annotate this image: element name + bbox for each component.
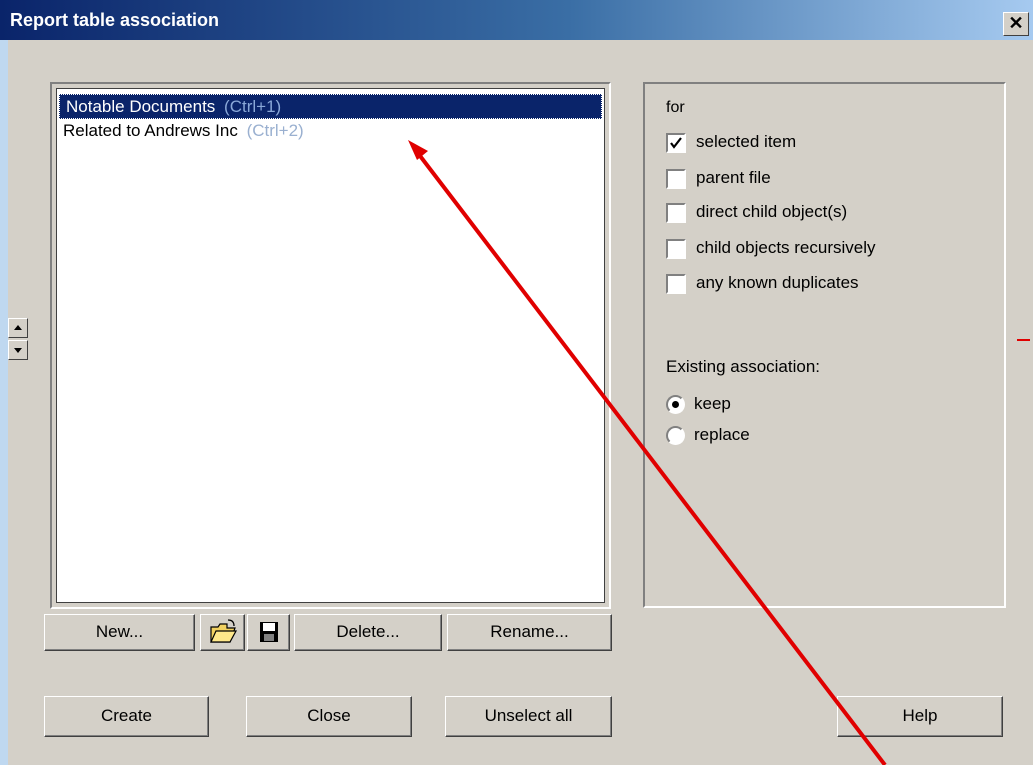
radio-circle[interactable] [666, 426, 685, 445]
radio-label: keep [694, 394, 731, 413]
radio-dot [672, 401, 679, 408]
checkbox-box[interactable] [666, 239, 686, 259]
list-item-shortcut: (Ctrl+2) [246, 121, 304, 140]
unselect-all-button[interactable]: Unselect all [445, 696, 612, 737]
save-button[interactable] [247, 614, 290, 651]
checkmark-icon [670, 137, 682, 149]
new-button-label: New... [95, 622, 144, 641]
close-icon: ✕ [1008, 13, 1024, 33]
close-button[interactable]: Close [246, 696, 412, 737]
checkbox-label: selected item [696, 132, 797, 151]
radio-circle[interactable] [666, 395, 685, 414]
checkbox-box[interactable] [666, 203, 686, 223]
checkbox-box[interactable] [666, 274, 686, 294]
help-button-label: Help [902, 706, 938, 725]
existing-association-label: Existing association: [666, 357, 821, 376]
checkbox-label: any known duplicates [696, 273, 859, 292]
create-button-label: Create [100, 706, 153, 725]
list-item-shortcut: (Ctrl+1) [224, 97, 282, 116]
title-bar: Report table association ✕ [0, 0, 1033, 40]
close-window-button[interactable]: ✕ [1003, 12, 1029, 36]
delete-button-label: Delete... [336, 622, 400, 641]
arrow-down-icon [14, 348, 22, 353]
list-item-label: Notable Documents [66, 97, 216, 116]
options-group [643, 82, 1006, 608]
report-table-list[interactable]: Notable Documents (Ctrl+1) Related to An… [50, 82, 611, 609]
radio-label: replace [694, 425, 750, 444]
list-item[interactable]: Notable Documents (Ctrl+1) [59, 94, 602, 119]
checkbox-label: direct child object(s) [696, 202, 848, 221]
window-title: Report table association [10, 10, 220, 30]
floppy-disk-icon [259, 622, 278, 642]
move-up-button[interactable] [8, 318, 28, 338]
list-item[interactable]: Related to Andrews Inc (Ctrl+2) [57, 119, 604, 144]
new-button[interactable]: New... [44, 614, 195, 651]
unselect-all-button-label: Unselect all [484, 706, 573, 725]
checkbox-label: child objects recursively [696, 238, 876, 257]
rename-button-label: Rename... [490, 622, 569, 641]
checkbox-box[interactable] [666, 169, 686, 189]
arrow-up-icon [14, 325, 22, 330]
open-button[interactable] [200, 614, 245, 651]
close-button-label: Close [307, 706, 351, 725]
rename-button[interactable]: Rename... [447, 614, 612, 651]
for-label: for [666, 99, 685, 116]
checkbox-label: parent file [696, 168, 771, 187]
window-frame-left [0, 40, 8, 765]
move-down-button[interactable] [8, 340, 28, 360]
delete-button[interactable]: Delete... [294, 614, 442, 651]
folder-open-icon [209, 619, 237, 643]
help-button[interactable]: Help [837, 696, 1003, 737]
report-table-list-inner: Notable Documents (Ctrl+1) Related to An… [56, 88, 605, 603]
checkbox-box[interactable] [666, 133, 686, 153]
list-item-label: Related to Andrews Inc [63, 121, 238, 140]
create-button[interactable]: Create [44, 696, 209, 737]
